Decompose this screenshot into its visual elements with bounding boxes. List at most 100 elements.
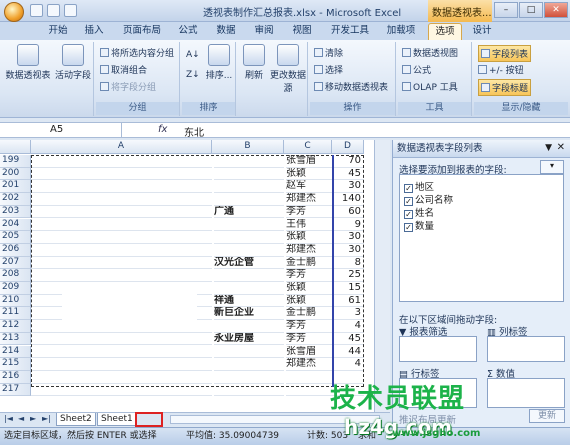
col-header-a[interactable]: A xyxy=(31,140,212,154)
col-header-d[interactable]: D xyxy=(332,140,364,154)
insert-sheet-button[interactable] xyxy=(135,412,163,427)
next-sheet-icon[interactable]: ► xyxy=(30,414,36,423)
sort-za-button[interactable]: Z↓ xyxy=(186,70,200,80)
row-header[interactable]: 211 xyxy=(0,307,31,321)
field-headers-toggle[interactable]: 字段标题 xyxy=(478,79,532,96)
sort-button[interactable]: 排序... xyxy=(204,44,234,81)
row-header[interactable]: 206 xyxy=(0,243,31,257)
office-button[interactable] xyxy=(4,2,24,22)
redo-icon[interactable] xyxy=(64,4,77,17)
sheet-tab-sheet2[interactable]: Sheet2 xyxy=(56,413,96,426)
row-header[interactable]: 203 xyxy=(0,205,31,219)
checkbox-checked-icon[interactable]: ✓ xyxy=(404,223,413,232)
tab-formulas[interactable]: 公式 xyxy=(174,23,202,40)
olap-button[interactable]: OLAP 工具 xyxy=(402,80,458,93)
tab-home[interactable]: 开始 xyxy=(44,23,72,40)
active-field-button[interactable]: 活动字段 xyxy=(54,44,92,81)
column-labels-area[interactable] xyxy=(487,336,565,362)
row-header[interactable]: 204 xyxy=(0,218,31,232)
prev-sheet-icon[interactable]: ◄ xyxy=(18,414,24,423)
pivot-selection-marquee xyxy=(31,155,364,387)
tab-data[interactable]: 数据 xyxy=(212,23,240,40)
tab-view[interactable]: 视图 xyxy=(288,23,316,40)
group-grouping: 将所选内容分组 取消组合 将字段分组 分组 xyxy=(96,42,180,116)
select-icon xyxy=(314,65,323,74)
row-header[interactable]: 210 xyxy=(0,294,31,308)
close-button[interactable]: ✕ xyxy=(544,2,568,18)
field-item[interactable]: ✓ 地区 xyxy=(404,179,434,193)
field-list-toggle[interactable]: 字段列表 xyxy=(478,45,532,62)
group-actions: 清除 选择 移动数据透视表 操作 xyxy=(310,42,396,116)
group-label-actions: 操作 xyxy=(310,102,395,115)
row-header[interactable]: 208 xyxy=(0,269,31,282)
pivot-chart-button[interactable]: 数据透视图 xyxy=(402,46,458,59)
formula-input[interactable]: 东北 xyxy=(184,124,204,139)
fx-icon[interactable]: fx xyxy=(158,124,167,135)
pivot-table-button[interactable]: 数据透视表 xyxy=(4,44,52,81)
window-title: 透视表制作汇总报表.xlsx - Microsoft Excel xyxy=(203,8,402,19)
ribbon: 数据透视表 活动字段 将所选内容分组 取消组合 将字段分组 分组 A↓ Z↓ 排… xyxy=(0,40,570,118)
tab-page-layout[interactable]: 页面布局 xyxy=(118,23,166,40)
row-header[interactable]: 207 xyxy=(0,256,31,270)
clear-button[interactable]: 清除 xyxy=(314,46,343,59)
status-average: 平均值: 35.09004739 xyxy=(186,431,280,441)
sheet-tab-sheet1[interactable]: Sheet1 xyxy=(97,413,137,426)
row-header[interactable]: 212 xyxy=(0,320,31,333)
status-message: 选定目标区域，然后按 ENTER 或选择 xyxy=(4,431,157,441)
group-pivot: 数据透视表 活动字段 xyxy=(2,42,94,116)
tab-options[interactable]: 选项 xyxy=(428,23,462,40)
row-header[interactable]: 199 xyxy=(0,155,31,168)
refresh-button[interactable]: 刷新 xyxy=(240,44,268,81)
row-header[interactable]: 205 xyxy=(0,231,31,244)
minimize-button[interactable]: – xyxy=(494,2,518,18)
row-header[interactable]: 200 xyxy=(0,167,31,181)
formula-button[interactable]: 公式 xyxy=(402,63,431,76)
field-item[interactable]: ✓ 数量 xyxy=(404,218,434,232)
tab-insert[interactable]: 插入 xyxy=(80,23,108,40)
row-header[interactable]: 216 xyxy=(0,370,31,384)
field-list-icon xyxy=(481,49,490,58)
row-header[interactable]: 209 xyxy=(0,282,31,295)
update-button[interactable]: 更新 xyxy=(529,409,565,423)
report-filter-area[interactable] xyxy=(399,336,477,362)
panel-menu-icon[interactable]: ▼ xyxy=(545,143,552,153)
group-field-button[interactable]: 将字段分组 xyxy=(100,80,156,93)
col-header-c[interactable]: C xyxy=(284,140,332,154)
worksheet[interactable]: A B C D 199 张雪眉 70 200 张颖 45 201 赵军 30 202 郑建杰 140 2… xyxy=(0,140,390,412)
row-header[interactable]: 214 xyxy=(0,345,31,359)
row-header[interactable]: 215 xyxy=(0,358,31,371)
row-header[interactable]: 202 xyxy=(0,193,31,206)
first-sheet-icon[interactable]: |◄ xyxy=(4,414,13,423)
save-icon[interactable] xyxy=(30,4,43,17)
sort-az-button[interactable]: A↓ xyxy=(186,50,200,60)
panel-close-icon[interactable]: ✕ xyxy=(557,142,565,153)
plus-minus-toggle[interactable]: +/- 按钮 xyxy=(478,63,524,76)
tab-addins[interactable]: 加载项 xyxy=(382,23,420,40)
undo-icon[interactable] xyxy=(47,4,60,17)
field-item[interactable]: ✓ 公司名称 xyxy=(404,192,453,206)
title-bar: 透视表制作汇总报表.xlsx - Microsoft Excel 数据透视表..… xyxy=(0,0,570,22)
field-item[interactable]: ✓ 姓名 xyxy=(404,205,434,219)
vertical-scrollbar[interactable] xyxy=(374,140,390,412)
row-header[interactable]: 201 xyxy=(0,180,31,194)
group-selection-button[interactable]: 将所选内容分组 xyxy=(100,46,174,59)
tab-design[interactable]: 设计 xyxy=(468,23,496,40)
row-header[interactable]: 213 xyxy=(0,332,31,346)
group-label-show-hide: 显示/隐藏 xyxy=(474,102,568,115)
name-box[interactable]: A5 xyxy=(2,123,122,137)
tab-developer[interactable]: 开发工具 xyxy=(326,23,374,40)
values-area[interactable] xyxy=(487,378,565,408)
maximize-button[interactable]: □ xyxy=(519,2,543,18)
row-header[interactable]: 217 xyxy=(0,383,31,397)
panel-layout-button[interactable]: ▾ xyxy=(540,160,564,174)
select-button[interactable]: 选择 xyxy=(314,63,343,76)
move-pivot-button[interactable]: 移动数据透视表 xyxy=(314,80,388,93)
ungroup-button[interactable]: 取消组合 xyxy=(100,63,147,76)
select-all-corner[interactable] xyxy=(0,140,31,154)
plus-minus-icon xyxy=(478,65,487,74)
col-header-b[interactable]: B xyxy=(212,140,284,154)
field-headers-icon xyxy=(481,83,490,92)
last-sheet-icon[interactable]: ►| xyxy=(42,414,51,423)
change-source-button[interactable]: 更改数据源 xyxy=(270,44,306,94)
tab-review[interactable]: 审阅 xyxy=(250,23,278,40)
